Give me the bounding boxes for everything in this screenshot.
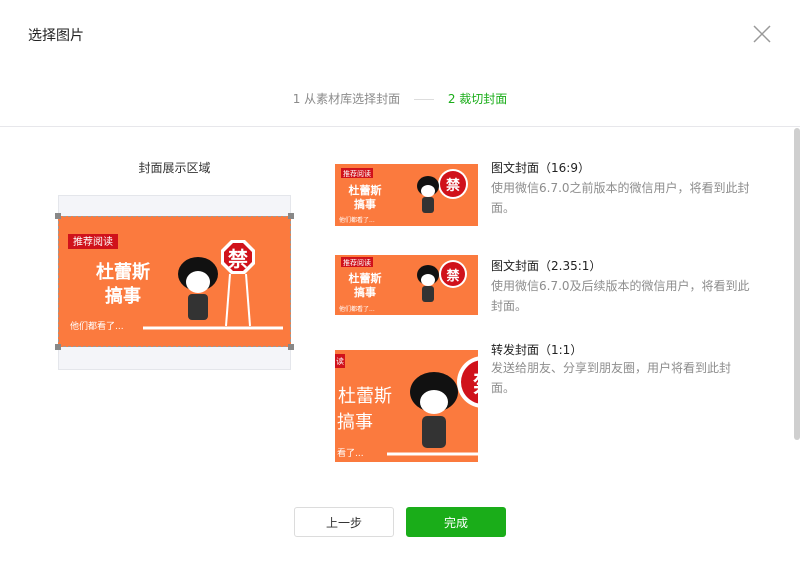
cover-bottom-text: 他们都看了... <box>339 216 375 224</box>
cover-preview-1-1: 读 杜蕾斯 搞事 看了... 禁 <box>335 350 478 462</box>
step-1-label: 1 从素材库选择封面 <box>292 92 401 106</box>
cover-badge-text: 推荐阅读 <box>343 258 371 267</box>
cover-title-1-1: 转发封面（1:1） <box>491 343 583 357</box>
cover-title-2-35-1: 图文封面（2.35:1） <box>491 259 602 273</box>
sign-text: 禁 <box>446 268 459 284</box>
svg-text:搞事: 搞事 <box>337 412 373 433</box>
svg-text:杜蕾斯: 杜蕾斯 <box>338 386 392 407</box>
cover-line2: 搞事 <box>354 285 376 299</box>
previous-step-button[interactable]: 上一步 <box>294 507 394 537</box>
svg-text:看了...: 看了... <box>337 447 364 459</box>
scrollbar[interactable] <box>794 128 800 440</box>
crop-frame[interactable] <box>58 216 291 347</box>
cover-desc-2-35-1: 使用微信6.7.0及后续版本的微信用户，将看到此封面。 <box>491 279 750 313</box>
step-2-label: 2 裁切封面 <box>447 92 508 106</box>
crop-handle-tl[interactable] <box>55 213 61 219</box>
cover-line2: 搞事 <box>354 197 376 211</box>
cover-title-16-9: 图文封面（16:9） <box>491 161 590 175</box>
close-icon[interactable] <box>750 22 774 46</box>
step-indicator: 1 从素材库选择封面 2 裁切封面 <box>0 90 800 107</box>
crop-handle-tr[interactable] <box>288 213 294 219</box>
svg-text:读: 读 <box>336 356 344 366</box>
dialog-title: 选择图片 <box>28 28 84 44</box>
cover-line1: 杜蕾斯 <box>349 271 382 285</box>
crop-handle-br[interactable] <box>288 344 294 350</box>
cover-desc-1-1: 发送给朋友、分享到朋友圈，用户将看到此封面。 <box>491 361 732 395</box>
cover-preview-16-9: 推荐阅读 杜蕾斯 搞事 他们都看了... 禁 <box>335 164 478 226</box>
cover-badge-text: 推荐阅读 <box>343 169 371 178</box>
step-separator <box>414 99 434 100</box>
svg-text:禁: 禁 <box>473 370 478 398</box>
preview-area-label: 封面展示区域 <box>138 161 211 175</box>
cover-bottom-text: 他们都看了... <box>339 305 375 313</box>
sign-text: 禁 <box>446 177 460 194</box>
select-image-dialog: 选择图片 1 从素材库选择封面 2 裁切封面 封面展示区域 推荐阅读 杜蕾斯 搞… <box>0 0 800 567</box>
cover-preview-2-35-1: 推荐阅读 杜蕾斯 搞事 他们都看了... 禁 <box>335 255 478 315</box>
cover-line1: 杜蕾斯 <box>349 183 382 197</box>
done-button[interactable]: 完成 <box>406 507 506 537</box>
cover-desc-16-9: 使用微信6.7.0之前版本的微信用户，将看到此封面。 <box>491 181 750 215</box>
header-divider <box>0 126 800 127</box>
crop-handle-bl[interactable] <box>55 344 61 350</box>
